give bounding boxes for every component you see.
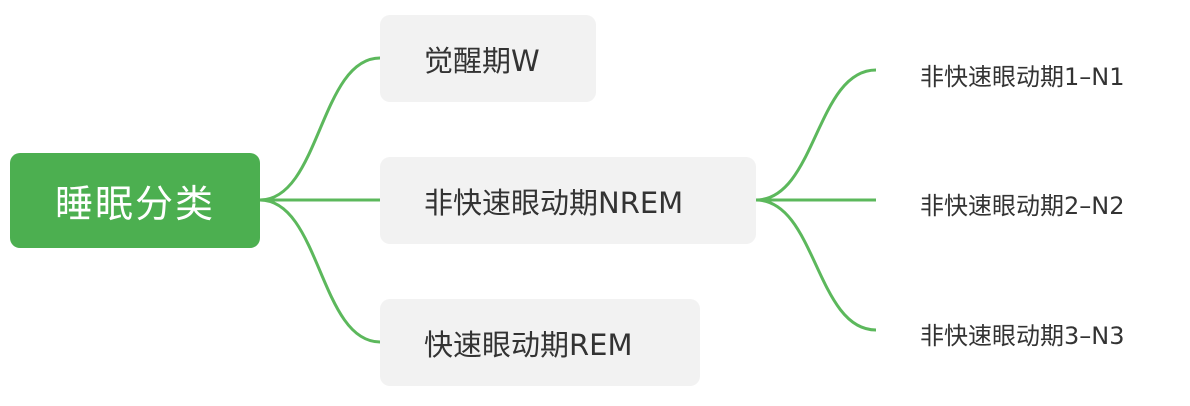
root-node-label: 睡眠分类 bbox=[54, 182, 215, 226]
branch-node-nrem[interactable]: 非快速眼动期NREM bbox=[380, 157, 756, 244]
leaf-node-label: 非快速眼动期3–N3 bbox=[920, 321, 1125, 350]
leaf-node-n3[interactable]: 非快速眼动期3–N3 bbox=[920, 313, 1125, 353]
branch-node-awake[interactable]: 觉醒期W bbox=[380, 15, 596, 102]
connector-nrem-to-n3 bbox=[755, 198, 877, 332]
root-node-sleep-classification[interactable]: 睡眠分类 bbox=[10, 153, 260, 248]
leaf-node-n2[interactable]: 非快速眼动期2–N2 bbox=[920, 183, 1125, 223]
branch-node-label: 快速眼动期REM bbox=[424, 327, 633, 362]
connector-root-to-rem bbox=[259, 198, 381, 344]
branch-node-rem[interactable]: 快速眼动期REM bbox=[380, 299, 700, 386]
leaf-node-label: 非快速眼动期2–N2 bbox=[920, 191, 1125, 220]
connector-root-to-awake bbox=[259, 56, 381, 202]
leaf-node-n1[interactable]: 非快速眼动期1–N1 bbox=[920, 54, 1125, 94]
branch-node-label: 觉醒期W bbox=[424, 43, 540, 78]
connector-nrem-to-n1 bbox=[755, 68, 877, 202]
branch-node-label: 非快速眼动期NREM bbox=[424, 185, 684, 220]
leaf-node-label: 非快速眼动期1–N1 bbox=[920, 62, 1125, 91]
